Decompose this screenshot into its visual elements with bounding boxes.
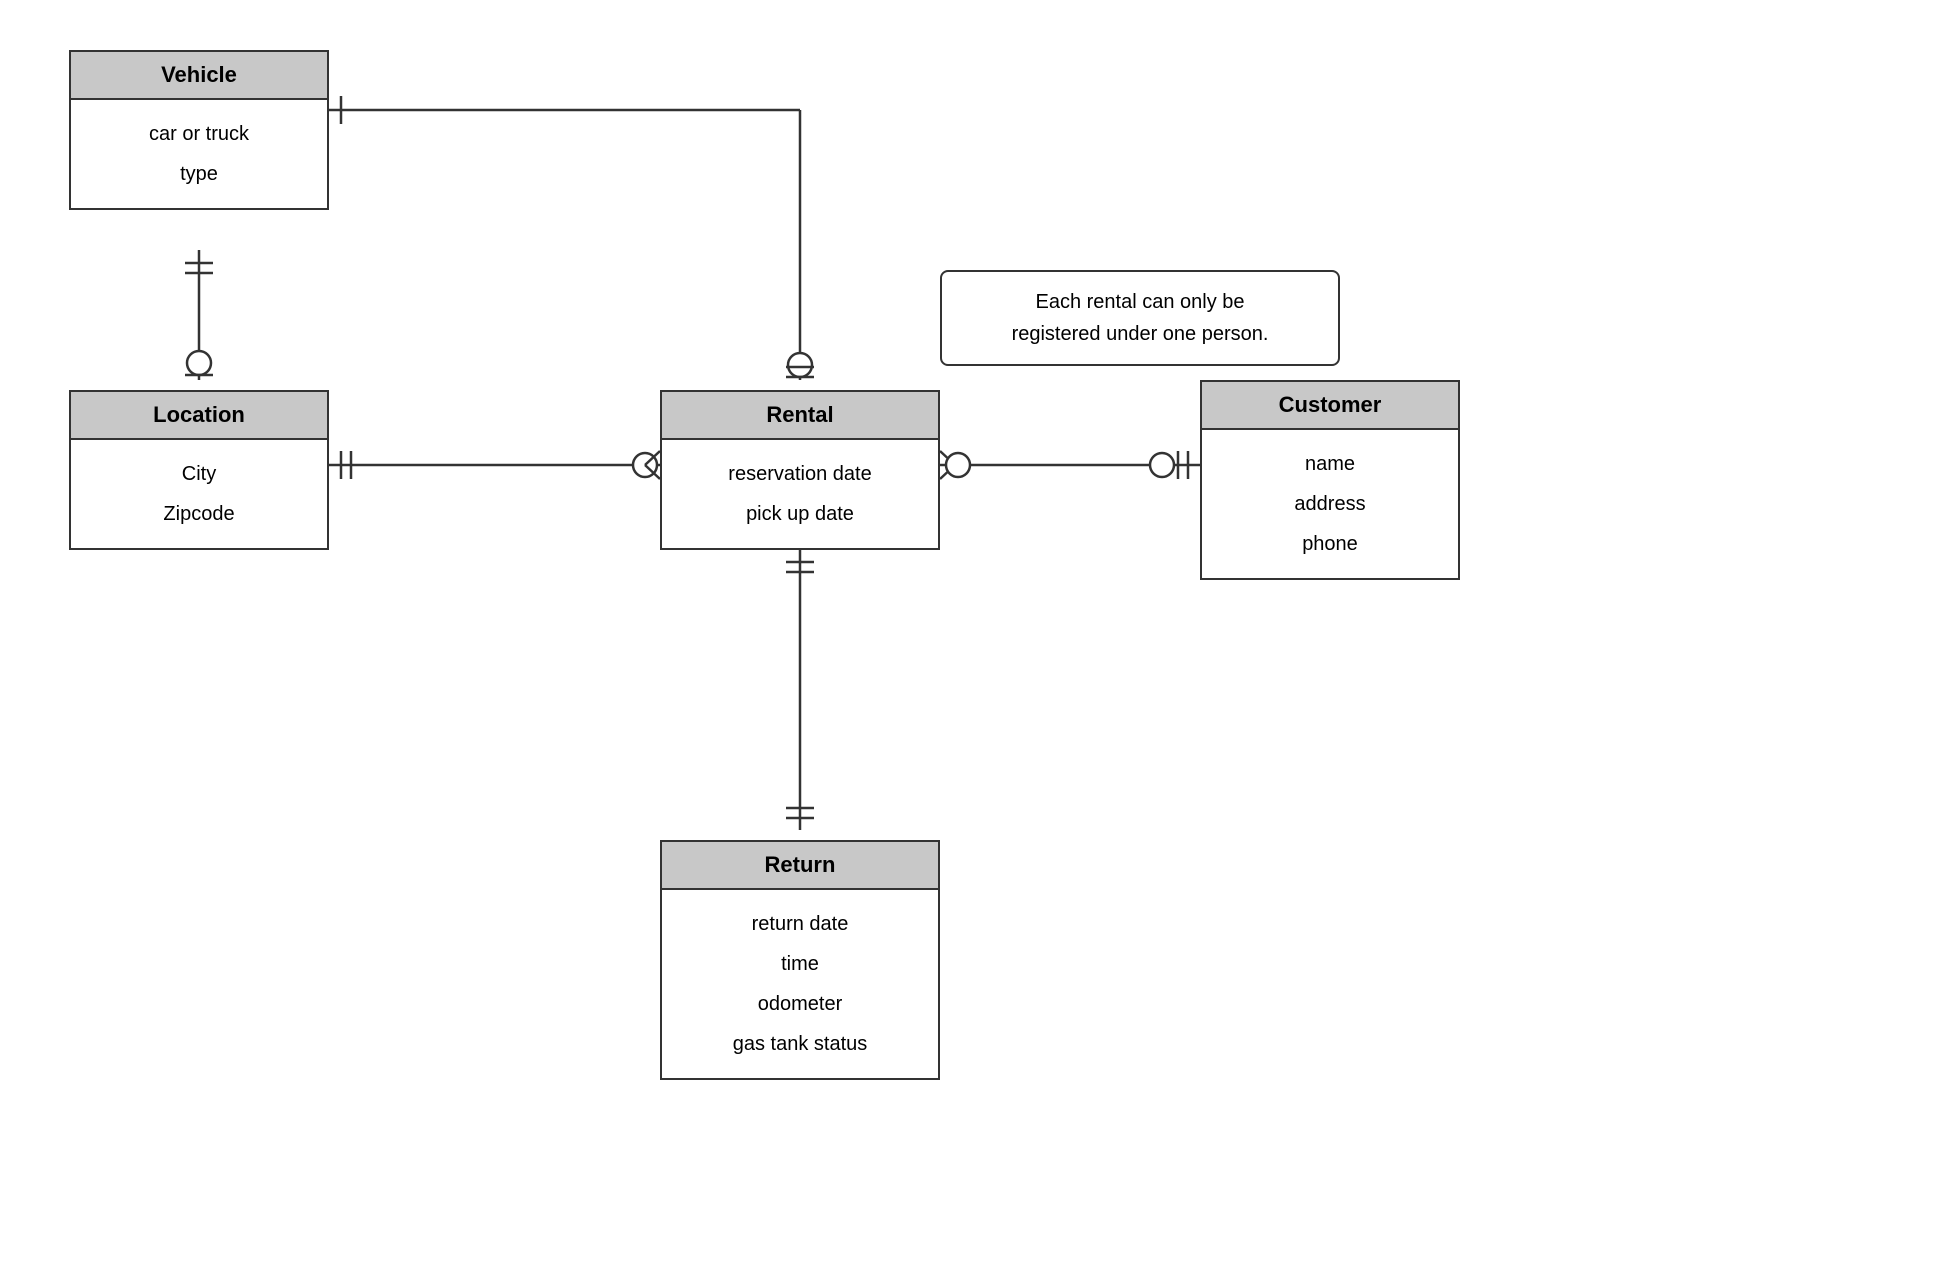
customer-body: name address phone [1202, 430, 1458, 578]
customer-attr-2: address [1222, 484, 1438, 524]
return-entity: Return return date time odometer gas tan… [660, 840, 940, 1080]
customer-attr-1: name [1222, 444, 1438, 484]
customer-header: Customer [1202, 382, 1458, 430]
vehicle-entity: Vehicle car or truck type [69, 50, 329, 210]
vehicle-attr-1: car or truck [91, 114, 307, 154]
return-title: Return [765, 852, 836, 877]
return-attr-3: odometer [682, 984, 918, 1024]
customer-entity: Customer name address phone [1200, 380, 1460, 580]
rental-title: Rental [766, 402, 833, 427]
return-header: Return [662, 842, 938, 890]
location-title: Location [153, 402, 245, 427]
customer-title: Customer [1279, 392, 1382, 417]
rental-body: reservation date pick up date [662, 440, 938, 548]
location-attr-2: Zipcode [91, 494, 307, 534]
return-attr-1: return date [682, 904, 918, 944]
rental-header: Rental [662, 392, 938, 440]
note-text: Each rental can only beregistered under … [1012, 291, 1269, 345]
vehicle-title: Vehicle [161, 62, 237, 87]
return-attr-4: gas tank status [682, 1024, 918, 1064]
return-body: return date time odometer gas tank statu… [662, 890, 938, 1078]
rental-attr-1: reservation date [682, 454, 918, 494]
rental-attr-2: pick up date [682, 494, 918, 534]
note-box: Each rental can only beregistered under … [940, 270, 1340, 366]
location-entity: Location City Zipcode [69, 390, 329, 550]
rental-entity: Rental reservation date pick up date [660, 390, 940, 550]
return-attr-2: time [682, 944, 918, 984]
vehicle-attr-2: type [91, 154, 307, 194]
customer-attr-3: phone [1222, 524, 1438, 564]
vehicle-body: car or truck type [71, 100, 327, 208]
vehicle-header: Vehicle [71, 52, 327, 100]
location-header: Location [71, 392, 327, 440]
location-body: City Zipcode [71, 440, 327, 548]
location-attr-1: City [91, 454, 307, 494]
diagram-container: Vehicle car or truck type Location City … [0, 0, 1950, 1266]
